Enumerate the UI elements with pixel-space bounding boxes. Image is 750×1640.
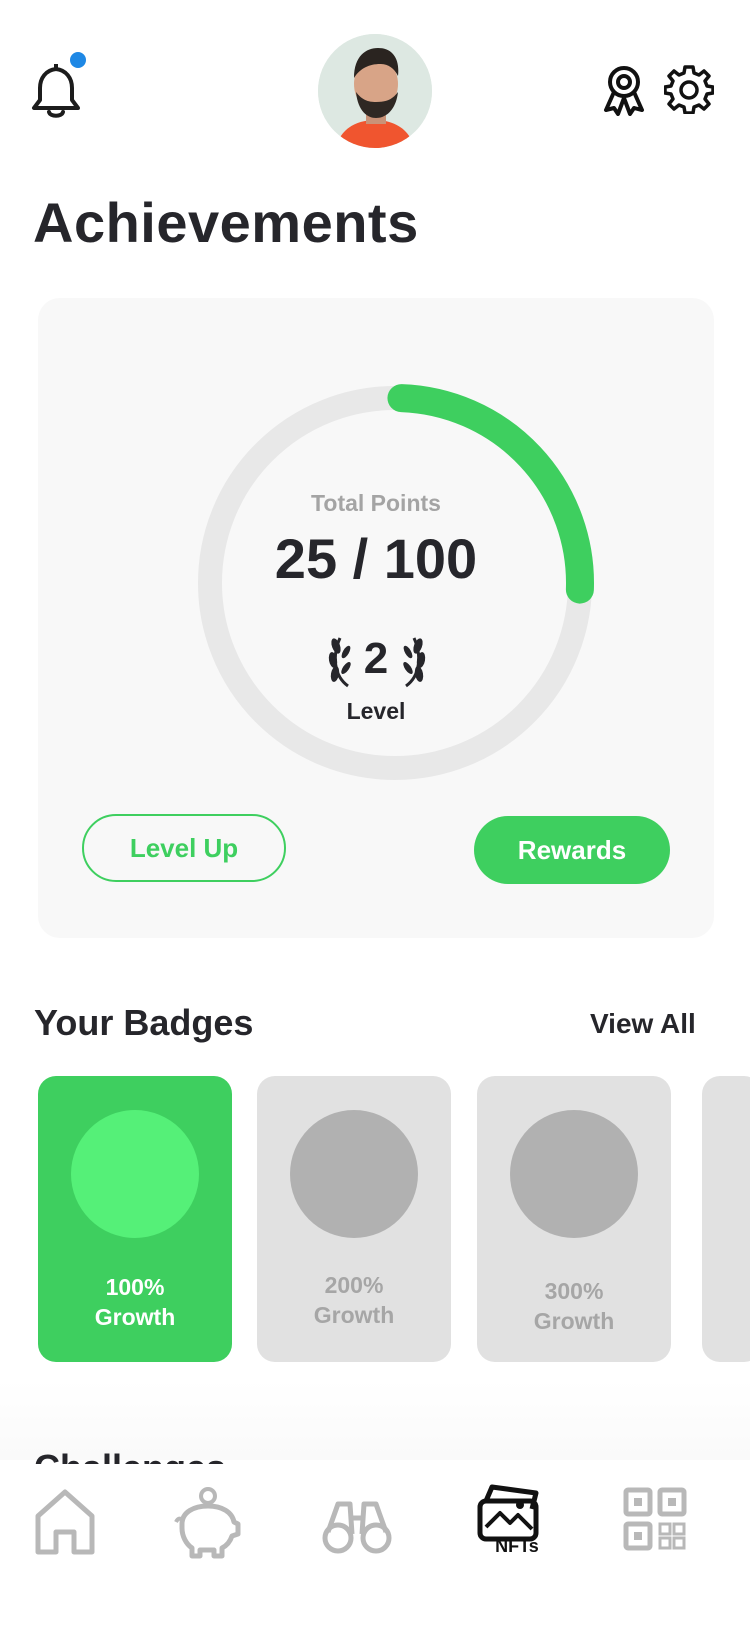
tab-nfts-label: NFTs [495, 1536, 539, 1556]
badge-card-partial[interactable] [702, 1076, 750, 1362]
binoculars-icon[interactable] [322, 1482, 392, 1562]
badge-label: Growth [313, 1302, 395, 1328]
total-points-label: Total Points [311, 490, 441, 516]
avatar[interactable] [318, 34, 432, 148]
gear-icon[interactable] [664, 64, 714, 114]
badge-percent: 200% [324, 1272, 384, 1298]
view-all-link[interactable]: View All [590, 1008, 696, 1040]
badge-coin [290, 1110, 418, 1238]
badges-section-title: Your Badges [34, 1002, 254, 1043]
challenges-section-title: Challenges [34, 1450, 226, 1464]
laurel-right-icon [403, 637, 426, 688]
badge-caption: 200% Growth [257, 1270, 451, 1330]
badge-label: Growth [94, 1304, 176, 1330]
points-card: Total Points 25 / 100 2 Level Level Up R… [38, 298, 714, 938]
top-bar [0, 0, 750, 170]
badge-caption: 100% Growth [38, 1272, 232, 1332]
badge-percent: 100% [105, 1274, 165, 1300]
level-up-button[interactable]: Level Up [82, 814, 286, 882]
home-icon[interactable] [30, 1482, 100, 1562]
badge-card[interactable]: 200% Growth [257, 1076, 451, 1362]
notification-dot [70, 52, 86, 68]
badge-coin [71, 1110, 199, 1238]
badge-card[interactable]: 100% Growth [38, 1076, 232, 1362]
bottom-tab-bar: NFTs [0, 1464, 750, 1640]
qr-code-icon[interactable] [620, 1482, 690, 1562]
badge-percent: 300% [544, 1278, 604, 1304]
total-points-value: 25 / 100 [274, 527, 478, 590]
level-number: 2 [363, 634, 389, 683]
badge-card[interactable]: 300% Growth [477, 1076, 671, 1362]
page-title: Achievements [33, 191, 419, 254]
level-label: Level [346, 698, 406, 724]
piggy-bank-icon[interactable] [172, 1482, 242, 1562]
scroll-fade [0, 1380, 750, 1460]
badge-caption: 300% Growth [477, 1276, 671, 1336]
badges-carousel[interactable]: 100% Growth 200% Growth 300% Growth [0, 1076, 750, 1366]
bell-icon[interactable] [30, 60, 82, 120]
badge-label: Growth [533, 1308, 615, 1334]
rewards-button[interactable]: Rewards [474, 816, 670, 884]
award-ribbon-icon[interactable] [600, 64, 648, 116]
badge-coin [510, 1110, 638, 1238]
